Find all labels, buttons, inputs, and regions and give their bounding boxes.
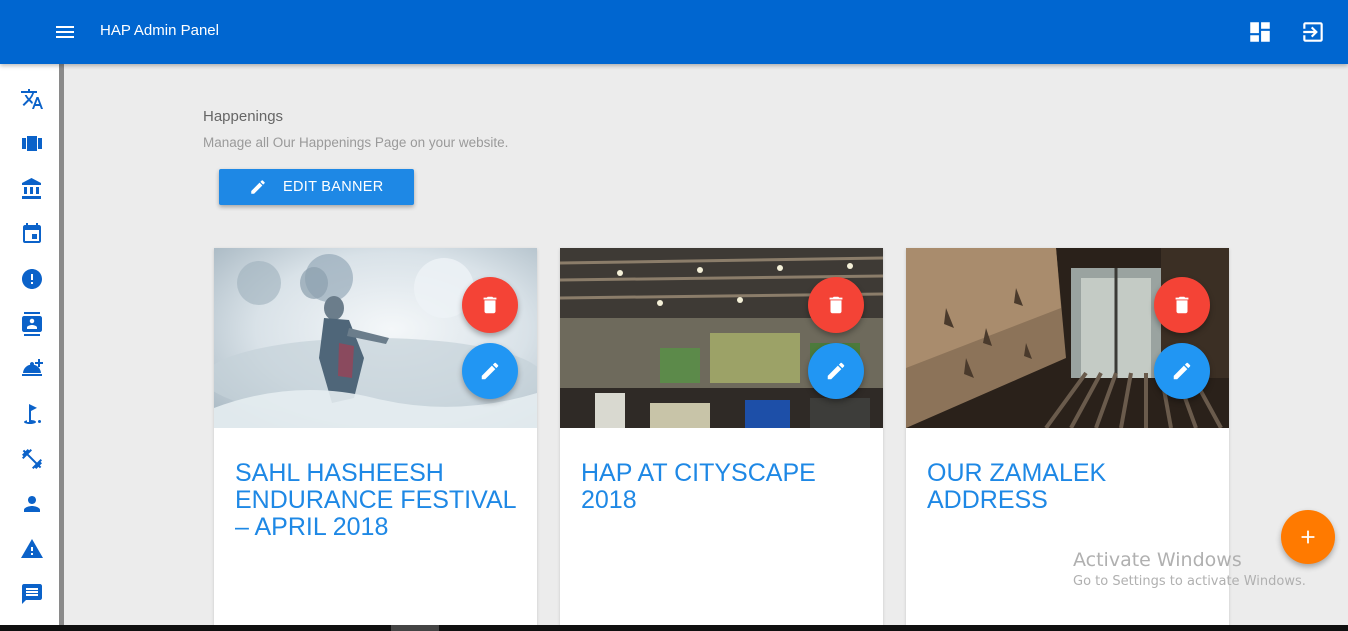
room-service-icon[interactable] xyxy=(20,357,44,381)
trash-icon xyxy=(829,296,843,314)
app-bar: HAP Admin Panel xyxy=(0,0,1348,64)
page-title: Happenings xyxy=(203,108,284,125)
pencil-icon xyxy=(481,362,499,380)
add-happening-button[interactable] xyxy=(1281,510,1335,564)
edit-button[interactable] xyxy=(1154,343,1210,399)
translate-icon[interactable] xyxy=(20,87,44,111)
message-icon[interactable] xyxy=(20,582,44,606)
taskbar-active-item[interactable] xyxy=(391,625,439,631)
dashboard-icon[interactable] xyxy=(1247,19,1273,45)
edit-button[interactable] xyxy=(808,343,864,399)
happening-card: HAP AT CITYSCAPE 2018 xyxy=(560,248,883,631)
pencil-icon xyxy=(251,180,265,194)
trash-icon xyxy=(1175,296,1189,314)
trash-icon xyxy=(483,296,497,314)
error-icon[interactable] xyxy=(20,267,44,291)
delete-button[interactable] xyxy=(808,277,864,333)
view-carousel-icon[interactable] xyxy=(20,132,44,156)
pencil-icon xyxy=(1173,362,1191,380)
contacts-icon[interactable] xyxy=(20,312,44,336)
pencil-icon xyxy=(827,362,845,380)
edit-banner-label: EDIT BANNER xyxy=(283,179,384,195)
delete-button[interactable] xyxy=(462,277,518,333)
activate-windows-subtitle: Go to Settings to activate Windows. xyxy=(1073,574,1306,589)
warning-icon[interactable] xyxy=(20,537,44,561)
card-image xyxy=(214,248,537,428)
card-title[interactable]: SAHL HASHEESH ENDURANCE FESTIVAL – APRIL… xyxy=(235,460,520,541)
card-title[interactable]: HAP AT CITYSCAPE 2018 xyxy=(581,460,866,514)
edit-banner-button[interactable]: EDIT BANNER xyxy=(219,169,414,205)
activate-windows-title: Activate Windows xyxy=(1073,549,1242,571)
os-taskbar xyxy=(0,625,1348,631)
happening-card: SAHL HASHEESH ENDURANCE FESTIVAL – APRIL… xyxy=(214,248,537,631)
delete-button[interactable] xyxy=(1154,277,1210,333)
fitness-center-icon[interactable] xyxy=(20,447,44,471)
menu-icon[interactable] xyxy=(53,20,77,44)
edit-button[interactable] xyxy=(462,343,518,399)
person-icon[interactable] xyxy=(20,492,44,516)
event-icon[interactable] xyxy=(20,222,44,246)
card-image xyxy=(560,248,883,428)
card-image xyxy=(906,248,1229,428)
account-balance-icon[interactable] xyxy=(20,177,44,201)
page-subtitle: Manage all Our Happenings Page on your w… xyxy=(203,135,509,150)
plus-icon xyxy=(1301,530,1315,544)
exit-to-app-icon[interactable] xyxy=(1300,19,1326,45)
golf-course-icon[interactable] xyxy=(20,402,44,426)
card-title[interactable]: OUR ZAMALEK ADDRESS xyxy=(927,460,1212,514)
sidebar xyxy=(0,64,64,631)
app-title: HAP Admin Panel xyxy=(100,22,219,39)
